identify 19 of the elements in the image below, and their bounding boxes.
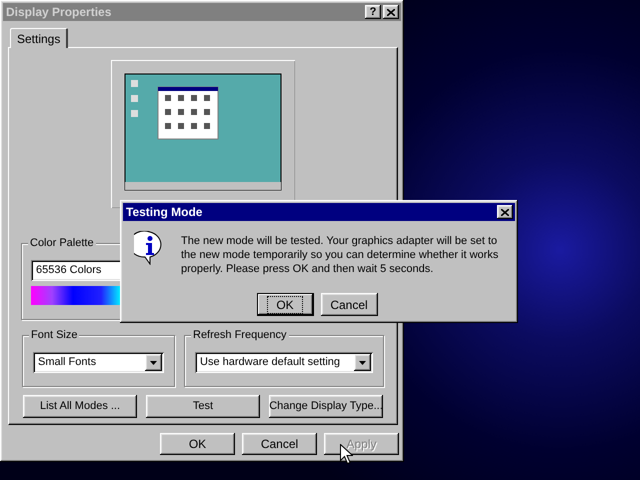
dropdown-field[interactable]: Use hardware default setting: [195, 352, 373, 373]
tab[interactable]: Settings: [10, 28, 68, 48]
close-button[interactable]: [383, 5, 399, 19]
dropdown-field[interactable]: Small Fonts: [33, 352, 164, 373]
dialog-button[interactable]: OK: [160, 433, 235, 455]
group-label: Refresh Frequency: [191, 328, 289, 342]
dialog-title: Testing Mode: [126, 204, 204, 221]
action-button[interactable]: Change Display Type...: [269, 395, 383, 418]
action-button[interactable]: List All Modes ...: [23, 395, 137, 418]
dialog-button[interactable]: OK: [256, 293, 314, 316]
help-button[interactable]: ?: [365, 5, 381, 19]
dialog-message: The new mode will be tested. Your graphics adapter will be set to the new mode temporarily so you can determine whether it works properly. Please press OK and then wait 5 seconds.: [181, 234, 500, 276]
close-icon[interactable]: [387, 8, 395, 16]
close-icon[interactable]: [501, 208, 509, 216]
dialog-button[interactable]: Cancel: [242, 433, 317, 455]
close-button[interactable]: [497, 205, 513, 219]
action-button[interactable]: Test: [146, 395, 260, 418]
dialog-button[interactable]: Cancel: [320, 293, 378, 316]
window-title: Display Properties: [6, 4, 112, 21]
